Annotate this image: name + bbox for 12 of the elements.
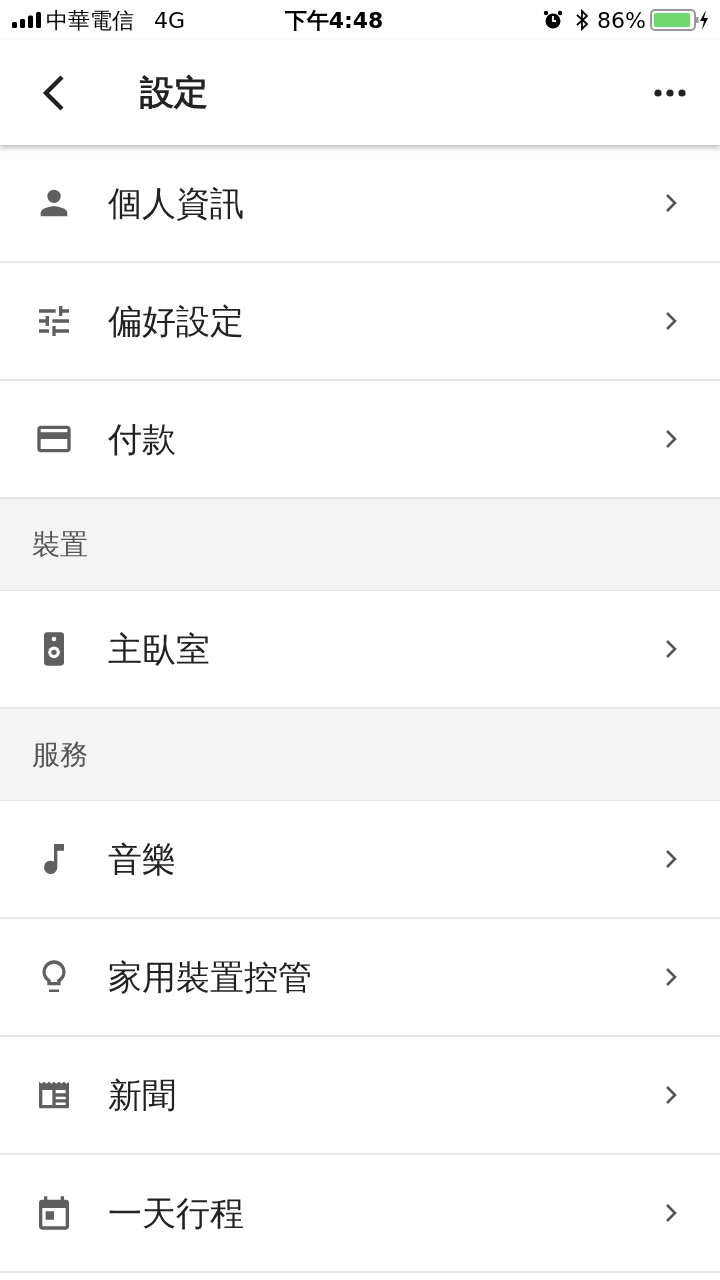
network-type: 4G (154, 6, 186, 35)
signal-icon (12, 12, 42, 28)
more-icon (654, 88, 686, 97)
section-header: 裝置 (0, 499, 720, 591)
page-title: 設定 (140, 71, 208, 114)
section-header: 服務 (0, 709, 720, 801)
battery-percent: 86% (597, 6, 646, 35)
bluetooth-icon (575, 9, 590, 31)
clock-time: 下午4:48 (284, 6, 384, 35)
carrier-name: 中華電信 (46, 6, 134, 35)
alarm-icon (543, 10, 564, 30)
charging-battery-icon (650, 8, 708, 32)
